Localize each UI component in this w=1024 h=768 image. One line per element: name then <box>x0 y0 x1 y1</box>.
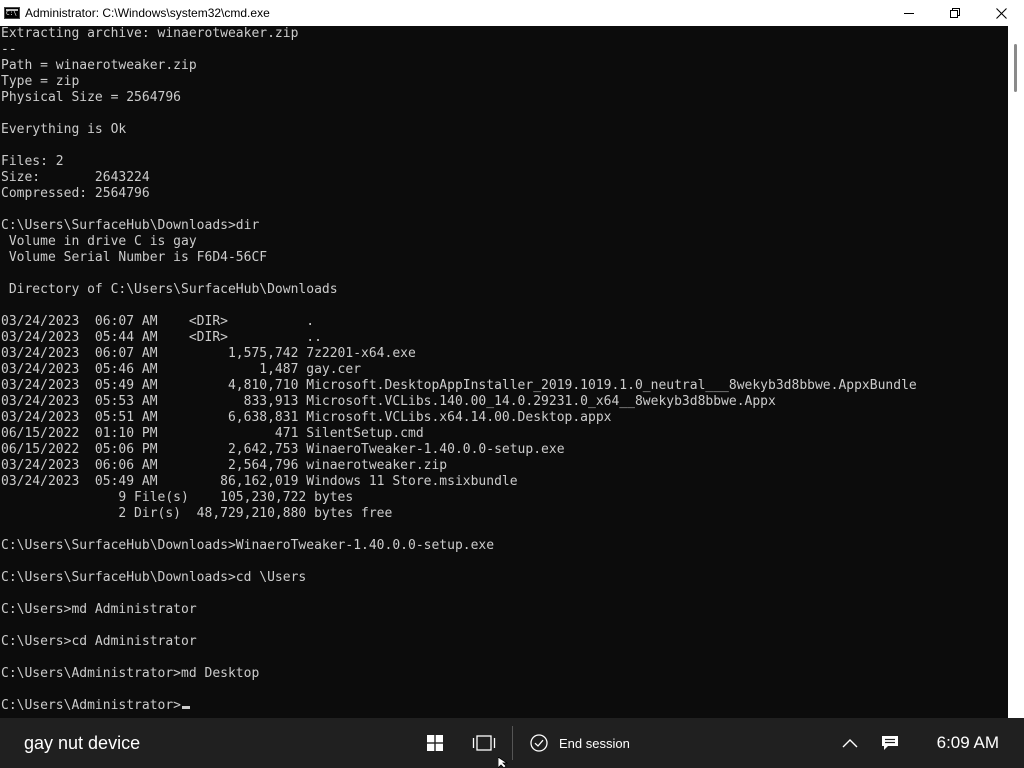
console-line: C:\Users>cd Administrator <box>1 634 197 649</box>
restore-button[interactable] <box>932 0 978 26</box>
text-cursor <box>182 706 191 709</box>
console-line: C:\Users>md Administrator <box>1 602 197 617</box>
console-line: Path = winaerotweaker.zip <box>1 58 197 73</box>
console-line: 2 Dir(s) 48,729,210,880 bytes free <box>1 506 393 521</box>
console-line: C:\Users\SurfaceHub\Downloads>WinaeroTwe… <box>1 538 495 553</box>
title-bar[interactable]: Administrator: C:\Windows\system32\cmd.e… <box>0 0 1024 26</box>
taskbar-divider <box>512 726 513 760</box>
minimize-icon <box>904 13 914 14</box>
console-line: 03/24/2023 06:06 AM 2,564,796 winaerotwe… <box>1 458 448 473</box>
scrollbar-thumb[interactable] <box>1014 44 1017 92</box>
console-line: Size: 2643224 <box>1 170 150 185</box>
minimize-button[interactable] <box>886 0 932 26</box>
console-line: 03/24/2023 06:07 AM 1,575,742 7z2201-x64… <box>1 346 416 361</box>
console-line: 03/24/2023 05:49 AM 4,810,710 Microsoft.… <box>1 378 917 393</box>
console-line: Physical Size = 2564796 <box>1 90 182 105</box>
start-button[interactable] <box>417 718 453 768</box>
window-title: Administrator: C:\Windows\system32\cmd.e… <box>25 6 270 20</box>
console-line: Compressed: 2564796 <box>1 186 150 201</box>
console-line: 03/24/2023 05:51 AM 6,638,831 Microsoft.… <box>1 410 612 425</box>
task-view-button[interactable] <box>466 718 502 768</box>
console-line: 06/15/2022 01:10 PM 471 SilentSetup.cmd <box>1 426 424 441</box>
window-controls <box>886 0 1024 26</box>
taskbar-clock[interactable]: 6:09 AM <box>937 718 999 768</box>
console-line: 03/24/2023 05:53 AM 833,913 Microsoft.VC… <box>1 394 776 409</box>
check-circle-icon <box>530 734 548 752</box>
mouse-pointer-icon <box>498 757 509 768</box>
console-prompt: C:\Users\Administrator> <box>1 698 182 713</box>
console-line: Volume in drive C is gay <box>1 234 197 249</box>
console-output-area[interactable]: Extracting archive: winaerotweaker.zip -… <box>0 26 1008 718</box>
console-line: C:\Users\SurfaceHub\Downloads>cd \Users <box>1 570 307 585</box>
vertical-scrollbar[interactable] <box>1008 26 1024 718</box>
console-line: 03/24/2023 05:49 AM 86,162,019 Windows 1… <box>1 474 518 489</box>
close-button[interactable] <box>978 0 1024 26</box>
windows-start-icon <box>427 735 443 751</box>
console-line: Everything is Ok <box>1 122 127 137</box>
task-view-icon <box>472 735 496 751</box>
console-line: 9 File(s) 105,230,722 bytes <box>1 490 354 505</box>
console-line: 06/15/2022 05:06 PM 2,642,753 WinaeroTwe… <box>1 442 565 457</box>
console-line: 03/24/2023 06:07 AM <DIR> . <box>1 314 315 329</box>
console-line: C:\Users\SurfaceHub\Downloads>dir <box>1 218 260 233</box>
console-line: 03/24/2023 05:44 AM <DIR> .. <box>1 330 322 345</box>
action-center-button[interactable] <box>872 718 908 768</box>
device-name: gay nut device <box>24 733 141 753</box>
console-line: Files: 2 <box>1 154 64 169</box>
end-session-label: End session <box>559 735 630 751</box>
end-session-button[interactable]: End session <box>530 718 630 768</box>
close-icon <box>995 7 1007 19</box>
action-center-icon <box>882 736 898 750</box>
cmd-icon[interactable] <box>4 7 20 19</box>
console-text: Extracting archive: winaerotweaker.zip -… <box>0 26 1008 714</box>
console-line: Extracting archive: winaerotweaker.zip <box>1 26 299 41</box>
taskbar: gay nut device End session 6:09 AM <box>0 718 1024 768</box>
console-line: -- <box>1 42 17 57</box>
chevron-up-icon <box>842 739 858 748</box>
console-line: Type = zip <box>1 74 80 89</box>
console-line: C:\Users\Administrator>md Desktop <box>1 666 260 681</box>
console-line: Volume Serial Number is F6D4-56CF <box>1 250 268 265</box>
console-line: 03/24/2023 05:46 AM 1,487 gay.cer <box>1 362 362 377</box>
restore-icon <box>950 8 960 18</box>
tray-expand-button[interactable] <box>832 718 868 768</box>
console-line: Directory of C:\Users\SurfaceHub\Downloa… <box>1 282 338 297</box>
